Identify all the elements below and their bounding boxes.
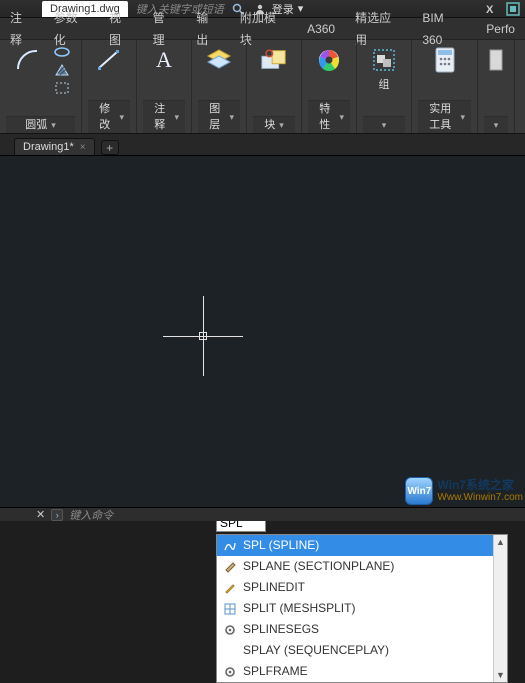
color-wheel-icon <box>315 46 343 74</box>
autocomplete-label: SPL (SPLINE) <box>243 537 319 554</box>
autocomplete-scrollbar[interactable]: ▲ ▼ <box>493 535 507 682</box>
pick-box <box>199 332 207 340</box>
panel-draw: 圆弧▾ <box>0 40 82 133</box>
blank-icon <box>223 644 237 658</box>
panel-group-label: 组 <box>379 76 390 92</box>
app-icon[interactable] <box>505 1 521 17</box>
autocomplete-item[interactable]: SPLFRAME <box>217 661 507 682</box>
panel-block: 块▾ <box>247 40 302 133</box>
panel-annotate: A 注释▾ <box>137 40 192 133</box>
command-bar[interactable]: ✕ › 键入命令 <box>0 507 525 521</box>
panel-block-label: 块 <box>264 117 275 133</box>
exchange-icon[interactable]: X <box>483 1 499 17</box>
autocomplete-label: SPLAY (SEQUENCEPLAY) <box>243 642 389 659</box>
cmd-prompt: 键入命令 <box>69 507 113 523</box>
clipboard-button[interactable] <box>484 44 508 76</box>
chevron-down-icon[interactable]: ▾ <box>494 117 499 133</box>
hatch-icon[interactable] <box>52 62 72 78</box>
text-button[interactable]: A <box>146 44 182 76</box>
block-button[interactable] <box>256 44 292 76</box>
region-icon[interactable] <box>52 80 72 96</box>
plus-icon: + <box>106 141 113 155</box>
chevron-down-icon[interactable]: ▾ <box>339 109 344 125</box>
panel-modify-label: 修改 <box>94 101 115 133</box>
panel-util: 实用工具▾ <box>412 40 478 133</box>
scroll-down-icon[interactable]: ▼ <box>494 668 507 682</box>
autocomplete-item[interactable]: SPL (SPLINE) <box>217 535 507 556</box>
document-tab[interactable]: Drawing1* × <box>14 138 95 155</box>
chevron-down-icon[interactable]: ▾ <box>51 117 56 133</box>
chevron-down-icon[interactable]: ▾ <box>279 117 284 133</box>
mesh-icon <box>223 602 237 616</box>
ribbon: 圆弧▾ 修改▾ A 注释▾ <box>0 40 525 134</box>
panel-draw-label: 圆弧 <box>25 117 47 133</box>
panel-layers: 图层▾ <box>192 40 247 133</box>
panel-props-label: 特性 <box>314 101 335 133</box>
crosshair-cursor <box>203 336 204 337</box>
drawing-canvas[interactable]: SPL SPL (SPLINE) SPLANE (SECTIONPLANE) S… <box>0 156 525 507</box>
chevron-down-icon[interactable]: ▾ <box>119 109 124 125</box>
panel-layers-label: 图层 <box>204 101 225 133</box>
panel-props: 特性▾ <box>302 40 357 133</box>
props-button[interactable] <box>311 44 347 76</box>
panel-util-label: 实用工具 <box>424 101 456 133</box>
group-icon <box>370 46 398 74</box>
layers-icon <box>205 46 233 74</box>
text-icon: A <box>150 46 178 74</box>
autocomplete-item[interactable]: SPLINESEGS <box>217 619 507 640</box>
document-tabs: Drawing1* × + <box>0 134 525 156</box>
modify-button[interactable] <box>91 44 127 76</box>
pencil-icon <box>223 581 237 595</box>
panel-group: 组 ▾ <box>357 40 412 133</box>
gear-icon <box>223 665 237 679</box>
login-dropdown-icon: ▾ <box>298 2 304 15</box>
util-button[interactable] <box>427 44 463 76</box>
clipboard-icon <box>488 46 504 74</box>
chevron-down-icon[interactable]: ▾ <box>382 117 387 133</box>
ribbon-tabs: 注释 参数化 视图 管理 输出 附加模块 A360 精选应用 BIM 360 P… <box>0 18 525 40</box>
arc-button[interactable] <box>10 44 46 76</box>
chevron-down-icon[interactable]: ▾ <box>460 109 465 125</box>
block-icon <box>260 46 288 74</box>
group-button[interactable]: 组 <box>366 44 402 94</box>
close-cmd-icon[interactable]: ✕ <box>36 508 45 521</box>
chevron-down-icon[interactable]: ▾ <box>174 109 179 125</box>
new-tab-button[interactable]: + <box>101 140 119 155</box>
calculator-icon <box>431 46 459 74</box>
autocomplete-label: SPLIT (MESHSPLIT) <box>243 600 355 617</box>
scroll-up-icon[interactable]: ▲ <box>494 535 507 549</box>
ellipse-icon[interactable] <box>52 44 72 60</box>
layers-button[interactable] <box>201 44 237 76</box>
modify-icon <box>95 46 123 74</box>
panel-modify: 修改▾ <box>82 40 137 133</box>
cmd-chevron-icon[interactable]: › <box>51 509 63 521</box>
autocomplete-item[interactable]: SPLINEDIT <box>217 577 507 598</box>
panel-overflow: ▾ <box>478 40 515 133</box>
arc-icon <box>14 46 42 74</box>
autocomplete-label: SPLINEDIT <box>243 579 305 596</box>
autocomplete-item[interactable]: SPLIT (MESHSPLIT) <box>217 598 507 619</box>
autocomplete-label: SPLANE (SECTIONPLANE) <box>243 558 394 575</box>
panel-annotate-label: 注释 <box>149 101 170 133</box>
ribbon-tab-a360[interactable]: A360 <box>297 18 345 40</box>
autocomplete-label: SPLINESEGS <box>243 621 319 638</box>
document-tab-label: Drawing1* <box>23 141 74 153</box>
svg-text:X: X <box>486 4 494 16</box>
chevron-down-icon[interactable]: ▾ <box>229 109 234 125</box>
plane-icon <box>223 560 237 574</box>
close-tab-icon[interactable]: × <box>80 142 86 153</box>
ribbon-tab-performance[interactable]: Perfo <box>476 18 525 40</box>
autocomplete-popup: SPL (SPLINE) SPLANE (SECTIONPLANE) SPLIN… <box>216 534 508 683</box>
autocomplete-item[interactable]: SPLANE (SECTIONPLANE) <box>217 556 507 577</box>
autocomplete-item[interactable]: SPLAY (SEQUENCEPLAY) <box>217 640 507 661</box>
spline-icon <box>223 539 237 553</box>
autocomplete-label: SPLFRAME <box>243 663 308 680</box>
gear-icon <box>223 623 237 637</box>
svg-text:A: A <box>156 47 172 72</box>
